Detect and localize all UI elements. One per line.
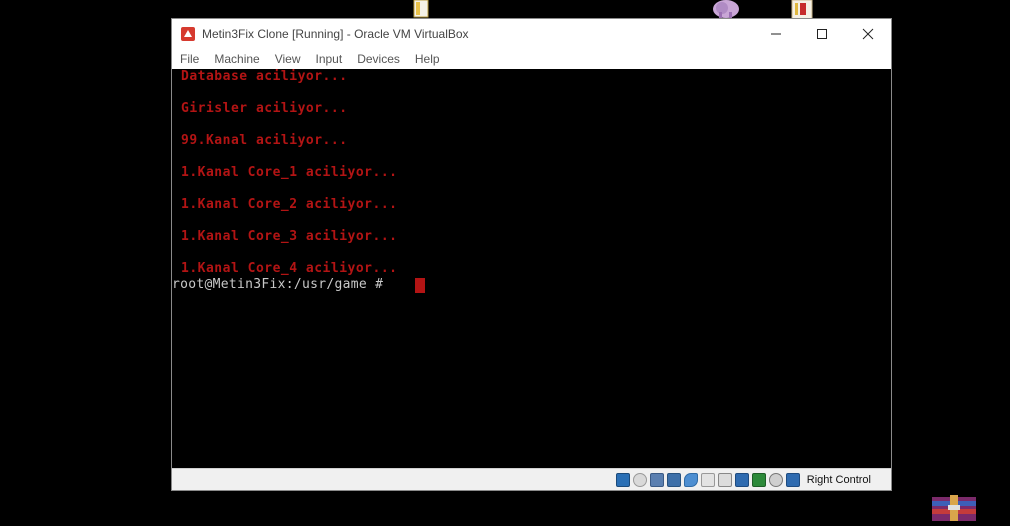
minimize-button[interactable] xyxy=(753,19,799,49)
host-key-label: Right Control xyxy=(806,473,871,486)
network-icon[interactable] xyxy=(666,472,681,487)
recording-icon[interactable] xyxy=(734,472,749,487)
display-icon[interactable] xyxy=(717,472,732,487)
console-line: 1.Kanal Core_2 aciliyor... xyxy=(181,197,398,212)
optical-drive-icon[interactable] xyxy=(632,472,647,487)
text-cursor xyxy=(415,278,425,293)
maximize-button[interactable] xyxy=(799,19,845,49)
console-line: 99.Kanal aciliyor... xyxy=(181,133,348,148)
pdf-document-icon[interactable] xyxy=(788,0,816,20)
menu-devices[interactable]: Devices xyxy=(349,52,407,66)
window-controls xyxy=(753,19,891,49)
cpu-icon[interactable] xyxy=(751,472,766,487)
virtualbox-window: Metin3Fix Clone [Running] - Oracle VM Vi… xyxy=(171,18,892,491)
console-line: 1.Kanal Core_3 aciliyor... xyxy=(181,229,398,244)
status-bar: Right Control xyxy=(172,468,891,490)
title-bar[interactable]: Metin3Fix Clone [Running] - Oracle VM Vi… xyxy=(172,19,891,49)
console-line: 1.Kanal Core_1 aciliyor... xyxy=(181,165,398,180)
close-button[interactable] xyxy=(845,19,891,49)
usb-icon[interactable] xyxy=(683,472,698,487)
menu-help[interactable]: Help xyxy=(407,52,447,66)
shared-folders-icon[interactable] xyxy=(700,472,715,487)
document-icon[interactable] xyxy=(410,0,432,18)
window-title: Metin3Fix Clone [Running] - Oracle VM Vi… xyxy=(202,27,469,41)
winrar-icon[interactable] xyxy=(930,493,978,521)
menu-machine[interactable]: Machine xyxy=(206,52,266,66)
shell-prompt: root@Metin3Fix:/usr/game # xyxy=(172,277,384,292)
console-line: Girisler aciliyor... xyxy=(181,101,348,116)
console-line: 1.Kanal Core_4 aciliyor... xyxy=(181,261,398,276)
menu-view[interactable]: View xyxy=(267,52,308,66)
vm-console-screen[interactable]: Database aciliyor... Girisler aciliyor..… xyxy=(172,69,891,470)
menu-bar: File Machine View Input Devices Help xyxy=(172,49,891,69)
hard-disk-icon[interactable] xyxy=(615,472,630,487)
console-line: Database aciliyor... xyxy=(181,69,348,84)
elephant-app-icon[interactable] xyxy=(711,0,741,20)
menu-input[interactable]: Input xyxy=(308,52,350,66)
virtualbox-app-icon xyxy=(181,27,195,41)
audio-icon[interactable] xyxy=(649,472,664,487)
menu-file[interactable]: File xyxy=(172,52,206,66)
host-key-icon[interactable] xyxy=(785,472,800,487)
mouse-integration-icon[interactable] xyxy=(768,472,783,487)
